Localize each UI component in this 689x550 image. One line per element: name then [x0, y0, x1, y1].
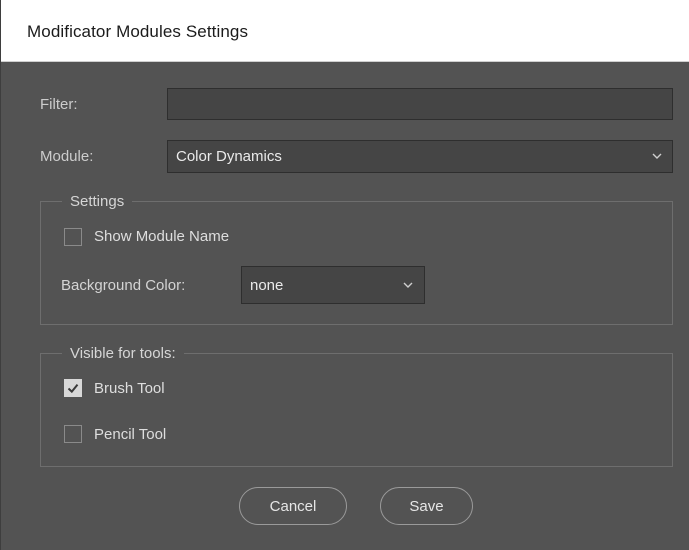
module-select[interactable]: Color Dynamics: [167, 140, 673, 173]
background-color-value: none: [250, 277, 284, 294]
brush-tool-checkbox[interactable]: [64, 379, 82, 397]
brush-tool-label: Brush Tool: [94, 380, 165, 397]
background-color-select[interactable]: none: [241, 266, 425, 304]
filter-input[interactable]: [167, 88, 673, 120]
pencil-tool-checkbox[interactable]: [64, 425, 82, 443]
cancel-button[interactable]: Cancel: [239, 487, 347, 525]
show-module-name-checkbox[interactable]: [64, 228, 82, 246]
module-select-value: Color Dynamics: [176, 148, 282, 165]
check-icon: [67, 383, 79, 394]
title-bar: Modificator Modules Settings: [1, 0, 689, 62]
show-module-name-label: Show Module Name: [94, 228, 230, 245]
module-label: Module:: [40, 148, 94, 165]
chevron-down-icon: [652, 153, 662, 159]
visible-tools-legend: Visible for tools:: [62, 345, 184, 362]
settings-dialog: Modificator Modules Settings Filter: Mod…: [0, 0, 689, 550]
save-button[interactable]: Save: [380, 487, 473, 525]
settings-legend: Settings: [62, 193, 133, 210]
background-color-label: Background Color:: [61, 277, 186, 294]
chevron-down-icon: [403, 282, 413, 288]
visible-tools-group: [40, 353, 673, 467]
filter-label: Filter:: [40, 96, 78, 113]
pencil-tool-label: Pencil Tool: [94, 426, 167, 443]
settings-group: [40, 201, 673, 325]
window-title: Modificator Modules Settings: [27, 22, 249, 41]
